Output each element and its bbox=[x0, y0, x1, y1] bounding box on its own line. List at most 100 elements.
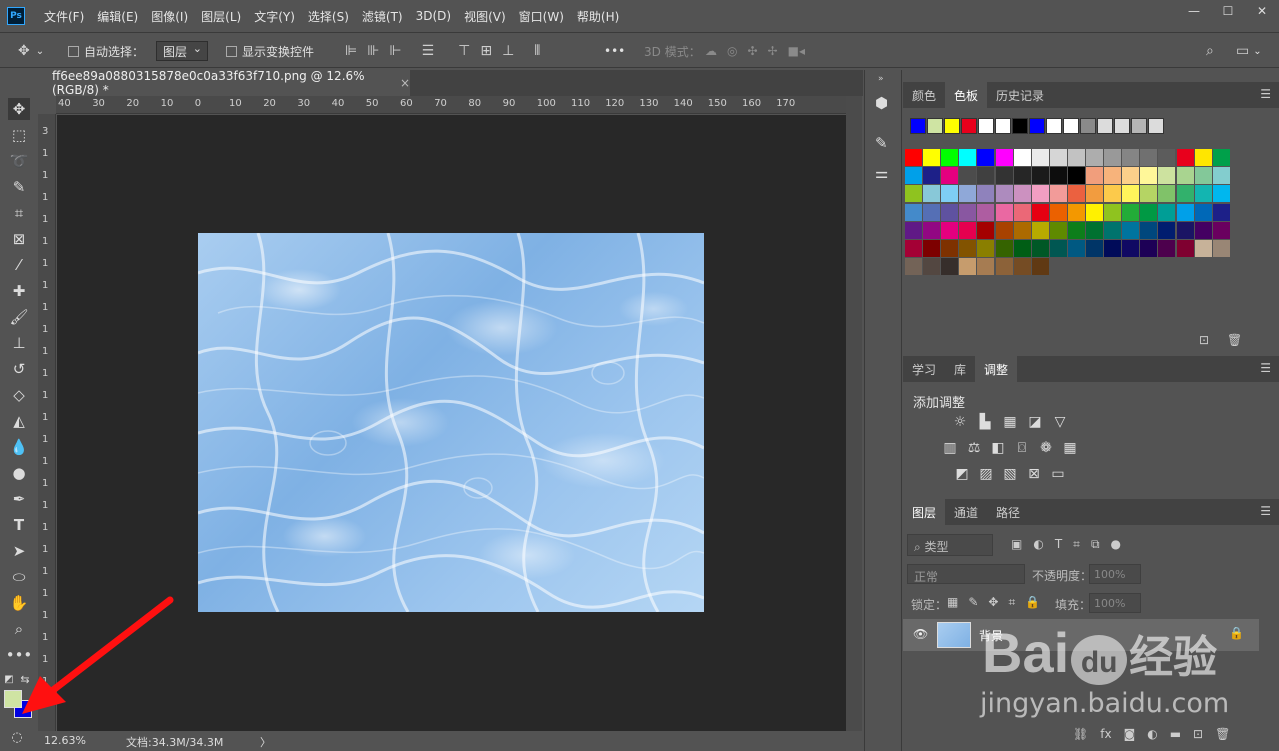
gradient-map-icon[interactable]: ▭ bbox=[1049, 466, 1067, 482]
3d-slide-icon[interactable]: ✢ bbox=[768, 44, 778, 58]
ellipse-tool-icon[interactable]: ⬭ bbox=[8, 566, 30, 588]
recent-swatch[interactable] bbox=[944, 118, 960, 134]
swatch[interactable] bbox=[1013, 149, 1031, 166]
swatch[interactable] bbox=[977, 167, 995, 185]
move-tool-icon[interactable]: ✥ bbox=[8, 98, 30, 120]
close-tab-icon[interactable]: × bbox=[400, 76, 410, 90]
recent-swatch[interactable] bbox=[1012, 118, 1028, 134]
tab-adjust_panel-0[interactable]: 学习 bbox=[903, 356, 945, 382]
menu-item[interactable]: 滤镜(T) bbox=[362, 8, 403, 25]
show-transform-checkbox[interactable]: 显示变换控件 bbox=[226, 33, 314, 69]
swatch[interactable] bbox=[995, 185, 1013, 203]
swatch[interactable] bbox=[1176, 203, 1194, 221]
swatch[interactable] bbox=[995, 149, 1013, 166]
invert-icon[interactable]: ◩ bbox=[953, 466, 971, 482]
swatch[interactable] bbox=[1212, 203, 1230, 221]
tab-layers_panel-2[interactable]: 路径 bbox=[987, 499, 1029, 525]
swatch[interactable] bbox=[1086, 240, 1103, 257]
swatch[interactable] bbox=[959, 149, 977, 166]
recent-swatch[interactable] bbox=[978, 118, 994, 134]
recent-swatch[interactable] bbox=[1097, 118, 1113, 134]
threshold-icon[interactable]: ▧ bbox=[1001, 466, 1019, 482]
swatch[interactable] bbox=[1049, 221, 1067, 239]
recent-swatch[interactable] bbox=[995, 118, 1011, 134]
blend-mode-dropdown[interactable]: 正常 bbox=[907, 564, 1025, 584]
swatch[interactable] bbox=[1212, 185, 1230, 203]
adjustment-filter-icon[interactable]: ◐ bbox=[1033, 537, 1043, 552]
swatch[interactable] bbox=[1049, 203, 1067, 221]
opacity-input[interactable]: 100% bbox=[1089, 564, 1141, 584]
menu-item[interactable]: 视图(V) bbox=[464, 8, 506, 25]
3d-scale-icon[interactable]: ■◂ bbox=[788, 44, 805, 58]
pen-tool-icon[interactable]: ✒ bbox=[8, 488, 30, 510]
swatch[interactable] bbox=[1104, 240, 1122, 257]
quick-mask-icon[interactable]: ◌ bbox=[6, 726, 28, 748]
swatch[interactable] bbox=[1212, 221, 1230, 239]
layer-style-icon[interactable]: fx bbox=[1100, 727, 1111, 741]
swatch[interactable] bbox=[959, 240, 977, 257]
menu-item[interactable]: 编辑(E) bbox=[97, 8, 138, 25]
layer-filter-dropdown[interactable]: ⌕ 类型 bbox=[907, 534, 993, 556]
swatch[interactable] bbox=[1158, 149, 1176, 166]
swatch[interactable] bbox=[977, 185, 995, 203]
black-white-icon[interactable]: ◧ bbox=[989, 440, 1007, 456]
swatch[interactable] bbox=[1194, 149, 1212, 166]
swatch[interactable] bbox=[1194, 240, 1212, 257]
curves-icon[interactable]: ▦ bbox=[1001, 414, 1019, 430]
swatch[interactable] bbox=[1158, 167, 1176, 185]
swatch[interactable] bbox=[1176, 240, 1194, 257]
swatch[interactable] bbox=[923, 149, 941, 166]
swatch[interactable] bbox=[1086, 221, 1103, 239]
swatch[interactable] bbox=[1049, 149, 1067, 166]
tab-color_panel-2[interactable]: 历史记录 bbox=[987, 82, 1053, 108]
swatch[interactable] bbox=[1104, 221, 1122, 239]
swatch[interactable] bbox=[1104, 185, 1122, 203]
swatch[interactable] bbox=[1049, 185, 1067, 203]
photo-filter-icon[interactable]: ⌼ bbox=[1013, 440, 1031, 456]
recent-swatch[interactable] bbox=[910, 118, 926, 134]
recent-swatch[interactable] bbox=[1114, 118, 1130, 134]
swatch[interactable] bbox=[1067, 185, 1085, 203]
swatch[interactable] bbox=[977, 203, 995, 221]
new-layer-icon[interactable]: ⊡ bbox=[1193, 727, 1203, 741]
swatch[interactable] bbox=[1140, 203, 1158, 221]
marquee-tool-icon[interactable]: ⬚ bbox=[8, 124, 30, 146]
swatch[interactable] bbox=[905, 258, 922, 276]
new-swatch-icon[interactable]: ⊡ bbox=[1199, 333, 1209, 347]
swatch[interactable] bbox=[1013, 240, 1031, 257]
swatch[interactable] bbox=[923, 221, 941, 239]
swatch[interactable] bbox=[1158, 240, 1176, 257]
swatch[interactable] bbox=[1194, 167, 1212, 185]
path-select-tool-icon[interactable]: ➤ bbox=[8, 540, 30, 562]
eraser-tool-icon[interactable]: ◇ bbox=[8, 384, 30, 406]
delete-layer-icon[interactable]: 🗑 bbox=[1215, 727, 1230, 741]
swatch[interactable] bbox=[1122, 185, 1140, 203]
menu-item[interactable]: 选择(S) bbox=[308, 8, 349, 25]
swatch[interactable] bbox=[905, 203, 922, 221]
menu-item[interactable]: 文字(Y) bbox=[254, 8, 295, 25]
swatch[interactable] bbox=[1013, 167, 1031, 185]
swatch[interactable] bbox=[995, 167, 1013, 185]
swatch[interactable] bbox=[1031, 149, 1049, 166]
menu-item[interactable]: 图像(I) bbox=[151, 8, 188, 25]
swatch[interactable] bbox=[1194, 203, 1212, 221]
color-lookup-icon[interactable]: ▦ bbox=[1061, 440, 1079, 456]
distribute-icon[interactable]: ☰ bbox=[422, 43, 435, 59]
swatch[interactable] bbox=[1122, 203, 1140, 221]
recent-swatch[interactable] bbox=[1063, 118, 1079, 134]
swatch[interactable] bbox=[923, 203, 941, 221]
swatch[interactable] bbox=[1067, 167, 1085, 185]
swatch[interactable] bbox=[941, 167, 959, 185]
quick-select-tool-icon[interactable]: ✎ bbox=[8, 176, 30, 198]
recent-swatch[interactable] bbox=[1029, 118, 1045, 134]
blur-tool-icon[interactable]: 💧 bbox=[8, 436, 30, 458]
swatch[interactable] bbox=[995, 240, 1013, 257]
swatch[interactable] bbox=[1013, 221, 1031, 239]
swatch[interactable] bbox=[1031, 258, 1049, 276]
crop-tool-icon[interactable]: ⌗ bbox=[8, 202, 30, 224]
distribute-vertical-icon[interactable]: ⫴ bbox=[534, 43, 540, 59]
recent-swatch[interactable] bbox=[1046, 118, 1062, 134]
move-tool-preset[interactable]: ✥ ⌄ bbox=[18, 33, 44, 69]
search-icon[interactable]: ⌕ bbox=[1206, 33, 1214, 69]
swatch[interactable] bbox=[1031, 240, 1049, 257]
